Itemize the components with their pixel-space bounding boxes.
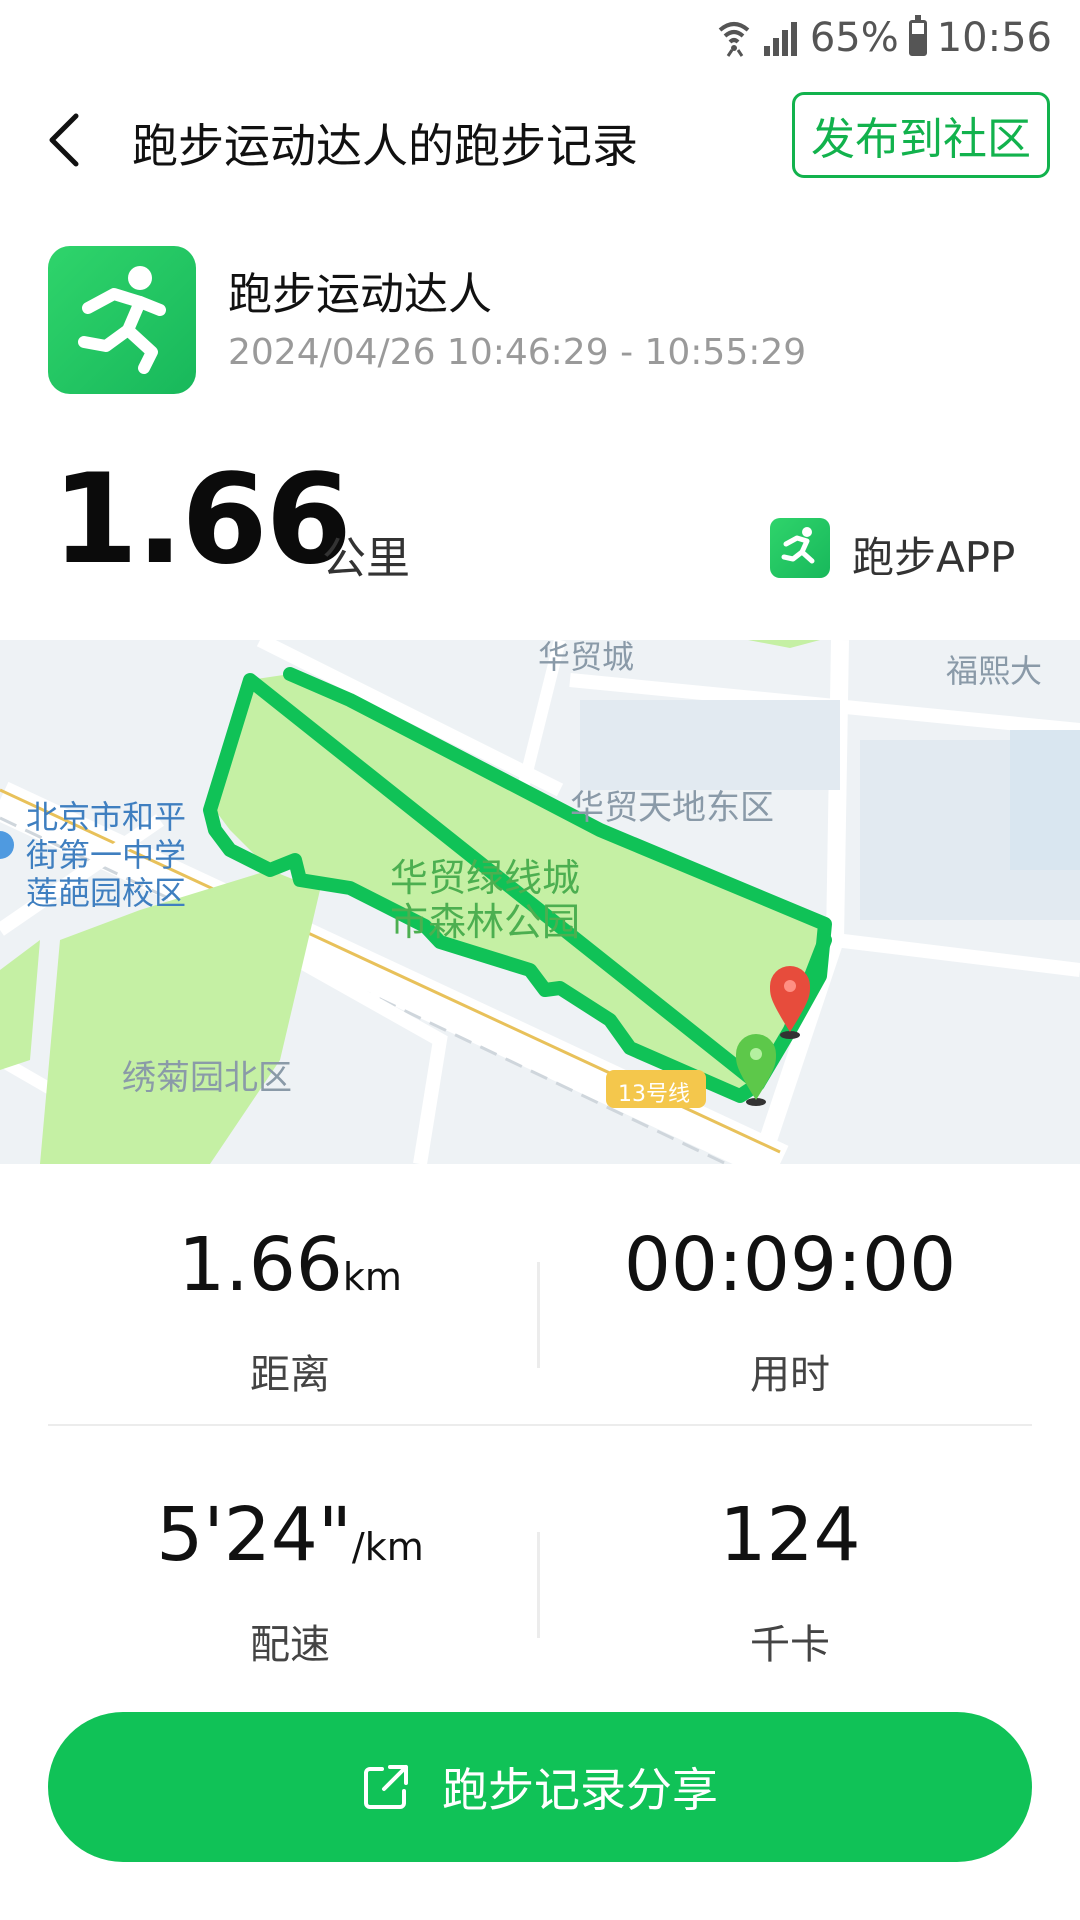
app-logo-icon — [770, 518, 830, 578]
share-button-label: 跑步记录分享 — [442, 1763, 718, 1817]
user-name: 跑步运动达人 — [228, 269, 492, 320]
map-label-park-line2: 市森林公园 — [390, 900, 581, 944]
distance-unit: 公里 — [322, 533, 410, 584]
map-label-park-line1: 华贸绿线城 — [390, 856, 581, 900]
duration-value: 00:09:00 — [623, 1222, 957, 1308]
signal-icon — [763, 22, 797, 56]
pace-unit: /km — [351, 1525, 424, 1569]
share-icon — [364, 1765, 408, 1809]
stat-calories: 124 千卡 — [520, 1492, 1060, 1670]
route-map[interactable]: 华贸城 福熙大 北京市和平 街第一中学 莲葩园校区 华贸天地东区 华贸绿线城 市… — [0, 640, 1080, 1164]
app-name: 跑步APP — [852, 533, 1016, 582]
map-label-school-line3: 莲葩园校区 — [26, 874, 187, 912]
wifi-icon — [718, 22, 750, 57]
calories-label: 千卡 — [750, 1622, 830, 1668]
stat-row-divider — [48, 1424, 1032, 1426]
stat-distance: 1.66km 距离 — [20, 1222, 560, 1400]
stat-pace: 5'24"/km 配速 — [20, 1492, 560, 1670]
map-label-north-area: 绣菊园北区 — [122, 1058, 292, 1098]
battery-icon — [908, 15, 927, 56]
distance-label: 距离 — [250, 1352, 330, 1398]
total-distance: 1.66 — [52, 448, 352, 592]
distance-value: 1.66 — [178, 1222, 343, 1308]
calories-value: 124 — [719, 1492, 861, 1578]
distance-unit-small: km — [342, 1255, 402, 1299]
map-label-top-left: 华贸城 — [538, 640, 635, 676]
map-label-top-right: 福熙大 — [946, 652, 1043, 690]
run-time-range: 2024/04/26 10:46:29 - 10:55:29 — [228, 332, 807, 373]
pace-value: 5'24" — [156, 1492, 352, 1578]
header: 跑步运动达人的跑步记录 发布到社区 — [0, 92, 1080, 188]
avatar — [48, 246, 196, 394]
status-bar: 65% 10:56 — [0, 0, 1080, 76]
map-label-subway: 13号线 — [618, 1082, 690, 1107]
map-label-east-area: 华贸天地东区 — [570, 788, 774, 828]
pace-label: 配速 — [250, 1622, 330, 1668]
runner-icon — [78, 266, 166, 374]
page-title: 跑步运动达人的跑步记录 — [132, 119, 638, 173]
map-label-school-line2: 街第一中学 — [26, 836, 187, 874]
map-label-school-line1: 北京市和平 — [26, 798, 187, 836]
stat-duration: 00:09:00 用时 — [520, 1222, 1060, 1400]
map-label-school: 北京市和平 街第一中学 莲葩园校区 — [26, 798, 186, 912]
clock: 10:56 — [936, 15, 1052, 61]
status-icons: 65% 10:56 — [716, 14, 1052, 62]
map-label-park: 华贸绿线城 市森林公园 — [390, 856, 580, 944]
duration-label: 用时 — [750, 1352, 830, 1398]
publish-to-community-button[interactable]: 发布到社区 — [792, 92, 1050, 178]
back-arrow-icon[interactable] — [44, 110, 84, 170]
battery-percent: 65% — [809, 15, 899, 61]
share-run-record-button[interactable]: 跑步记录分享 — [48, 1712, 1032, 1862]
